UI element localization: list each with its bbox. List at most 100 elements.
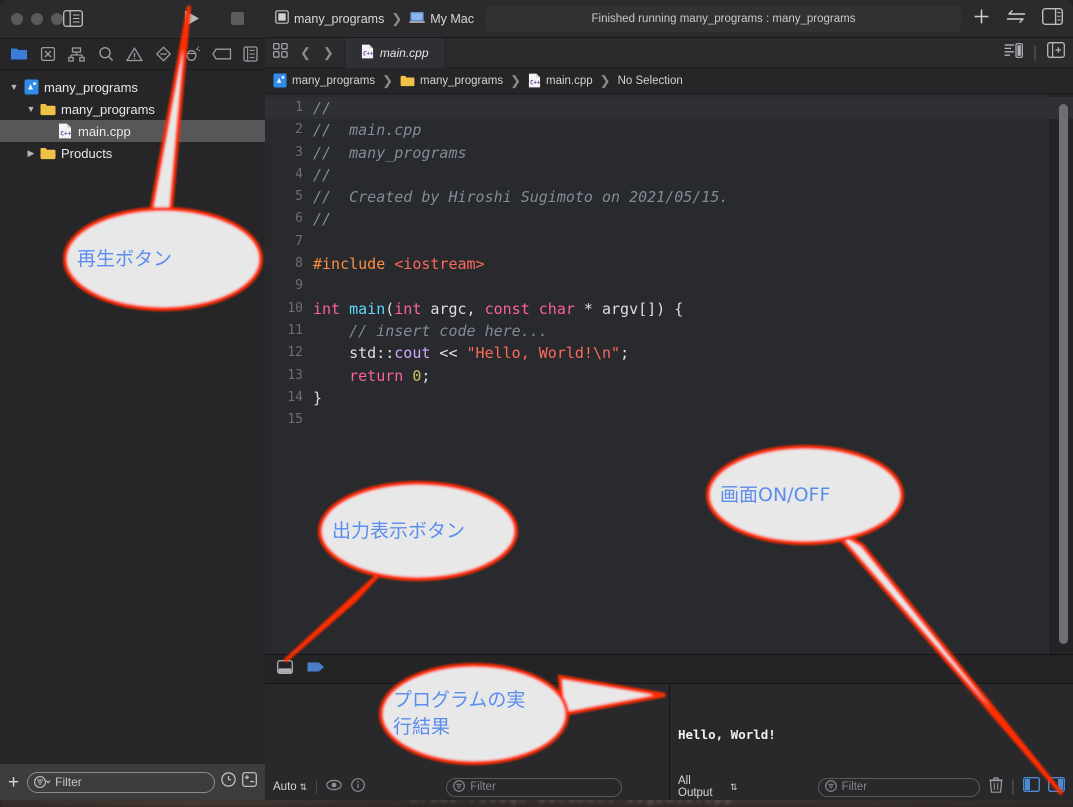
code-text[interactable] [313, 275, 1073, 297]
project-navigator-icon[interactable] [4, 43, 33, 65]
code-line[interactable]: 15 [265, 409, 1073, 431]
sidebar-toggle-icon[interactable] [62, 9, 84, 28]
disclosure-triangle-right-icon[interactable]: ▶ [25, 147, 37, 159]
code-text[interactable]: int main(int argc, const char * argv[]) … [313, 298, 1073, 320]
code-line[interactable]: 4 // [265, 164, 1073, 186]
test-navigator-icon[interactable] [149, 43, 178, 65]
zoom-button[interactable] [51, 13, 63, 25]
code-line[interactable]: 6 // [265, 208, 1073, 230]
disclosure-triangle-down-icon[interactable]: ▼ [25, 103, 37, 115]
code-line[interactable]: 13 return 0; [265, 365, 1073, 387]
tree-row-main-cpp[interactable]: C++ main.cpp [0, 120, 265, 142]
toolbar-right-controls[interactable] [973, 7, 1064, 30]
clock-icon[interactable] [221, 772, 236, 792]
close-button[interactable] [11, 13, 23, 25]
project-tree[interactable]: ▼ many_programs ▼ many_programs C++ main… [0, 69, 265, 764]
trash-icon[interactable] [989, 776, 1003, 798]
navigator-filter-bar[interactable]: + Filter [0, 764, 265, 800]
code-line[interactable]: 8 #include <iostream> [265, 253, 1073, 275]
variables-filter-input[interactable]: Filter [446, 777, 623, 797]
code-text[interactable]: // insert code here... [313, 320, 1073, 342]
code-line[interactable]: 5 // Created by Hiroshi Sugimoto on 2021/… [265, 186, 1073, 208]
editor-tab-main-cpp[interactable]: C++ main.cpp [343, 37, 446, 68]
navigator-filter-toggles[interactable] [221, 772, 257, 792]
code-text[interactable]: } [313, 387, 1073, 409]
add-file-button[interactable]: + [8, 773, 19, 792]
stop-button[interactable] [231, 12, 244, 25]
continue-icon[interactable] [307, 660, 325, 678]
variables-scope-popup[interactable]: Auto ⇅ [273, 781, 307, 793]
traffic-lights[interactable] [11, 13, 63, 25]
code-text[interactable]: // [313, 164, 1073, 186]
plus-minus-icon[interactable] [242, 772, 257, 792]
scheme-selector[interactable]: many_programs ❯ My Mac [275, 10, 474, 27]
code-line[interactable]: 2 // main.cpp [265, 119, 1073, 141]
console-output-popup[interactable]: All Output ⇅ [678, 775, 738, 799]
add-editor-icon[interactable] [1047, 42, 1065, 63]
inspector-toggle-icon[interactable] [1041, 7, 1064, 30]
code-text[interactable]: return 0; [313, 365, 1073, 387]
chevron-left-icon[interactable]: ❮ [300, 45, 311, 61]
code-text[interactable]: // Created by Hiroshi Sugimoto on 2021/0… [313, 186, 1073, 208]
variables-bottom-bar[interactable]: Auto ⇅ Filter [265, 773, 669, 800]
breadcrumb-item-3[interactable]: No Selection [618, 75, 683, 87]
code-text[interactable]: std::cout << "Hello, World!\n"; [313, 342, 1073, 364]
debug-navigator-icon[interactable] [178, 43, 207, 65]
source-control-navigator-icon[interactable] [33, 43, 62, 65]
report-navigator-icon[interactable] [236, 43, 265, 65]
tree-row-group[interactable]: ▼ many_programs [0, 98, 265, 120]
editor-vertical-scrollbar[interactable] [1059, 104, 1068, 644]
code-line[interactable]: 1 // [265, 97, 1073, 120]
breadcrumb[interactable]: many_programs ❯ many_programs ❯ C++ main… [265, 68, 1073, 94]
tree-row-project[interactable]: ▼ many_programs [0, 76, 265, 98]
breadcrumb-item-0[interactable]: many_programs [292, 75, 375, 87]
add-button[interactable] [973, 8, 990, 30]
code-text[interactable]: // [313, 208, 1073, 230]
code-content[interactable]: 1 // 2 // main.cpp 3 // many_programs 4 // 5 // C… [265, 94, 1073, 431]
right-split-icon[interactable] [1047, 776, 1066, 797]
code-line[interactable]: 14} [265, 387, 1073, 409]
code-text[interactable] [313, 231, 1073, 253]
run-button[interactable] [183, 9, 201, 28]
code-line[interactable]: 12 std::cout << "Hello, World!\n"; [265, 342, 1073, 364]
code-line[interactable]: 10 int main(int argc, const char * argv[]… [265, 298, 1073, 320]
code-editor[interactable]: 1 // 2 // main.cpp 3 // many_programs 4 // 5 // C… [265, 94, 1073, 654]
code-text[interactable]: // many_programs [313, 142, 1073, 164]
symbol-navigator-icon[interactable] [62, 43, 91, 65]
info-icon[interactable] [351, 777, 366, 797]
tree-row-products[interactable]: ▶ Products [0, 142, 265, 164]
console-toggle-icon[interactable] [277, 659, 293, 679]
code-line[interactable]: 3 // many_programs [265, 142, 1073, 164]
breakpoint-navigator-icon[interactable] [207, 43, 236, 65]
issue-navigator-icon[interactable] [120, 43, 149, 65]
jump-bar-right-controls[interactable]: | [1004, 42, 1065, 63]
code-line[interactable]: 11 // insert code here... [265, 320, 1073, 342]
code-text[interactable]: #include <iostream> [313, 253, 1073, 275]
editor-column: many_programs ❯ My Mac Finished running … [265, 0, 1073, 800]
left-split-icon[interactable] [1022, 776, 1041, 797]
breadcrumb-item-2[interactable]: main.cpp [546, 75, 593, 87]
code-line[interactable]: 9 [265, 275, 1073, 297]
code-text[interactable]: // [313, 97, 1073, 119]
code-line[interactable]: 7 [265, 231, 1073, 253]
console-filter-input[interactable]: Filter [817, 777, 980, 797]
disclosure-triangle-down-icon[interactable]: ▼ [8, 81, 20, 93]
minimize-button[interactable] [31, 13, 43, 25]
code-text[interactable]: // main.cpp [313, 119, 1073, 141]
code-token: ( [385, 299, 395, 318]
console-view[interactable]: Hello, World! Program ended with exit co… [670, 684, 1073, 800]
console-bottom-bar[interactable]: All Output ⇅ Filter | [670, 773, 1073, 800]
chevron-right-icon[interactable]: ❯ [323, 45, 334, 61]
variables-view[interactable]: Auto ⇅ Filter [265, 684, 670, 800]
minimap-icon[interactable] [1004, 42, 1023, 63]
navigator-filter-input[interactable]: Filter [27, 771, 215, 793]
debug-toolbar[interactable] [265, 655, 1073, 684]
code-text[interactable] [313, 409, 1073, 431]
swap-arrows-icon[interactable] [1006, 9, 1026, 29]
find-navigator-icon[interactable] [91, 43, 120, 65]
related-items-icon[interactable] [273, 42, 288, 63]
eye-icon[interactable] [326, 778, 343, 796]
navigator-selector-bar[interactable] [0, 39, 265, 70]
code-token: #include [313, 255, 395, 274]
breadcrumb-item-1[interactable]: many_programs [420, 75, 503, 87]
